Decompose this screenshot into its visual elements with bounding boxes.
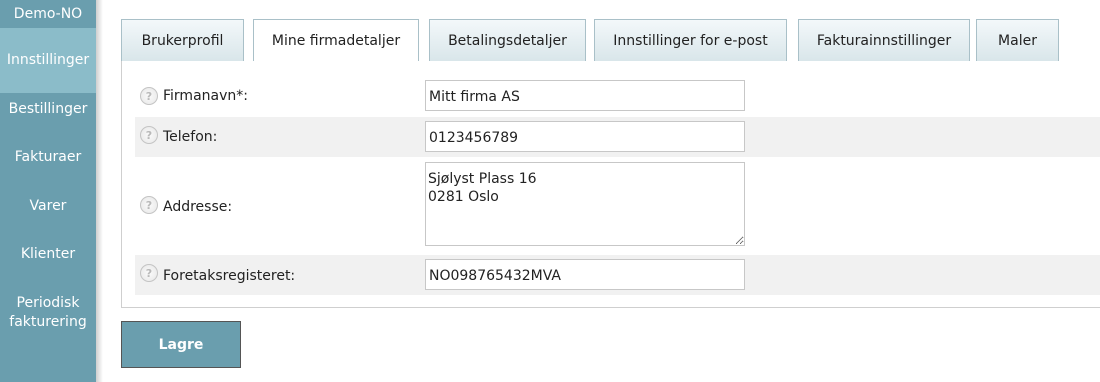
firmanavn-label: Firmanavn*: [163, 88, 248, 104]
tab-innstillinger-for-e-post[interactable]: Innstillinger for e-post [594, 19, 787, 61]
sidebar-item-bestillinger[interactable]: Bestillinger [0, 93, 96, 125]
sidebar: Demo-NO Innstillinger Bestillinger Faktu… [0, 0, 96, 382]
save-button[interactable]: Lagre [121, 321, 241, 368]
tab-maler[interactable]: Maler [976, 19, 1059, 61]
addresse-textarea[interactable]: Sjølyst Plass 16 0281 Oslo [425, 162, 745, 246]
help-icon[interactable]: ? [140, 264, 158, 282]
tab-fakturainnstillinger[interactable]: Fakturainnstillinger [798, 19, 970, 61]
telefon-input[interactable] [425, 121, 745, 152]
help-icon[interactable]: ? [140, 87, 158, 105]
sidebar-item-innstillinger[interactable]: Innstillinger [0, 28, 96, 93]
tab-mine-firmadetaljer[interactable]: Mine firmadetaljer [253, 19, 419, 62]
tab-brukerprofil[interactable]: Brukerprofil [121, 19, 244, 61]
foretaksregisteret-label: Foretaksregisteret: [163, 268, 296, 284]
telefon-label: Telefon: [163, 129, 218, 145]
sidebar-item-periodisk-fakturering[interactable]: Periodisk fakturering [0, 287, 96, 339]
sidebar-shadow [96, 0, 103, 382]
addresse-label: Addresse: [163, 199, 233, 215]
foretaksregisteret-input[interactable] [425, 259, 745, 290]
firmanavn-input[interactable] [425, 80, 745, 111]
sidebar-item-varer[interactable]: Varer [0, 190, 96, 222]
sidebar-item-fakturaer[interactable]: Fakturaer [0, 125, 96, 190]
brand-label: Demo-NO [13, 6, 83, 22]
sidebar-item-klienter[interactable]: Klienter [0, 222, 96, 287]
tab-betalingsdetaljer[interactable]: Betalingsdetaljer [429, 19, 586, 61]
help-icon[interactable]: ? [140, 196, 158, 214]
help-icon[interactable]: ? [140, 126, 158, 144]
